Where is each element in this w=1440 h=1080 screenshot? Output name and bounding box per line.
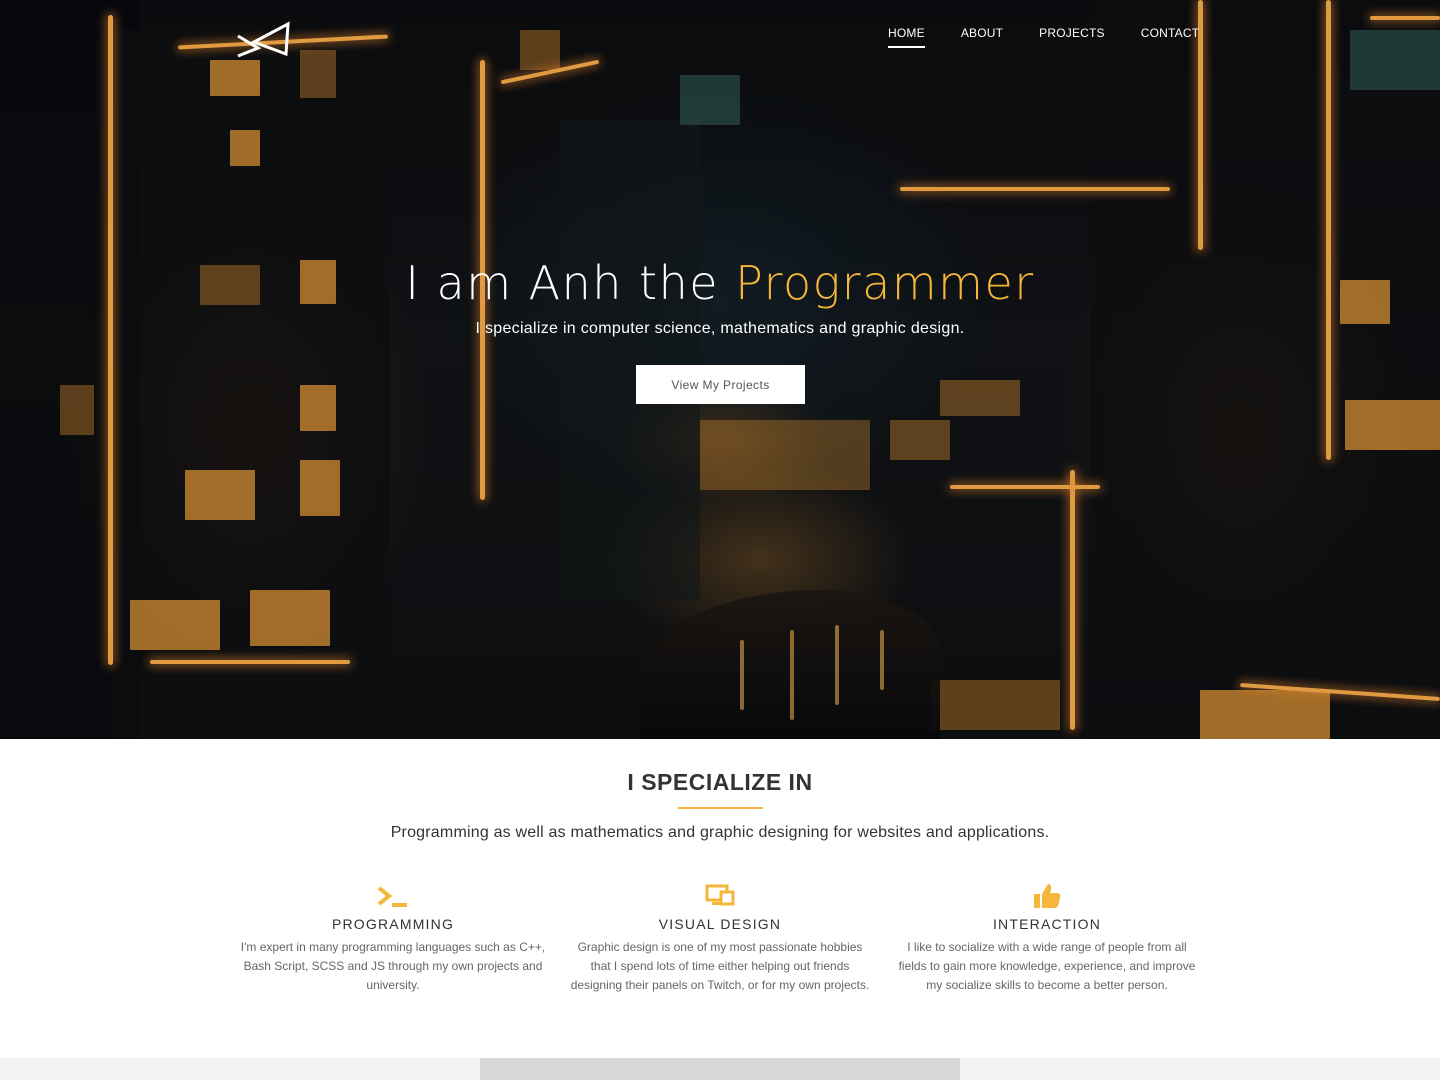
- nav-home[interactable]: HOME: [888, 26, 925, 48]
- nav-about[interactable]: ABOUT: [961, 26, 1003, 46]
- next-section-panel: [480, 1058, 960, 1080]
- hero-subtitle: I specialize in computer science, mathem…: [475, 320, 965, 337]
- hero-title-prefix: I am Anh the: [405, 256, 736, 310]
- card-title: PROGRAMMING: [331, 916, 455, 932]
- card-title: VISUAL DESIGN: [658, 916, 782, 932]
- nav-projects[interactable]: PROJECTS: [1039, 26, 1105, 46]
- nav-contact[interactable]: CONTACT: [1141, 26, 1200, 46]
- section-title: I SPECIALIZE IN: [627, 769, 813, 795]
- card-text: I like to socialize with a wide range of…: [898, 940, 1196, 992]
- section-description: Programming as well as mathematics and g…: [390, 824, 1050, 841]
- view-projects-button[interactable]: View My Projects: [636, 365, 805, 404]
- site-logo[interactable]: [234, 20, 292, 60]
- thumbs-up-icon: [887, 880, 1207, 912]
- hero-section: HOME ABOUT PROJECTS CONTACT I am Anh the…: [0, 0, 1440, 739]
- section-divider: [678, 807, 763, 809]
- main-nav: HOME ABOUT PROJECTS CONTACT: [888, 26, 1235, 48]
- monitor-icon: [560, 880, 880, 912]
- hero-title: I am Anh the Programmer: [0, 256, 1440, 310]
- specialty-card-interaction: INTERACTION I like to socialize with a w…: [887, 880, 1207, 995]
- card-title: INTERACTION: [992, 916, 1102, 932]
- card-text: I'm expert in many programming languages…: [240, 940, 546, 992]
- logo-mark-icon: [237, 21, 290, 58]
- hero-title-accent: Programmer: [735, 256, 1035, 310]
- specialty-card-programming: PROGRAMMING I'm expert in many programmi…: [233, 880, 553, 995]
- specialty-card-visual-design: VISUAL DESIGN Graphic design is one of m…: [560, 880, 880, 995]
- card-text: Graphic design is one of my most passion…: [570, 940, 870, 992]
- terminal-icon: [233, 880, 553, 912]
